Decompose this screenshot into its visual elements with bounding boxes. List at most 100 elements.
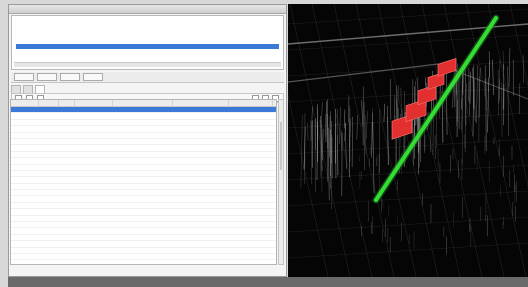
row-cell (59, 184, 75, 189)
row-cell (173, 209, 229, 214)
row-name-cell (11, 222, 39, 227)
row-cell (113, 241, 173, 246)
row-cell (229, 120, 273, 125)
row-cell (59, 196, 75, 201)
3d-viewport[interactable] (288, 4, 528, 277)
row-cell (39, 152, 59, 157)
row-cell (75, 165, 113, 170)
horizontal-scrollbar[interactable] (14, 62, 281, 67)
row-cell (113, 235, 173, 240)
vertical-scrollbar[interactable] (278, 99, 284, 265)
row-cell (229, 254, 273, 259)
row-cell (75, 145, 113, 150)
row-cell (173, 152, 229, 157)
row-cell (59, 126, 75, 131)
row-cell (113, 145, 173, 150)
toolbar-button[interactable] (37, 73, 57, 81)
row-cell (173, 235, 229, 240)
tab[interactable] (23, 85, 33, 93)
row-cell (173, 113, 229, 118)
row-cell (39, 216, 59, 221)
row-cell (113, 165, 173, 170)
column-header[interactable] (11, 100, 39, 106)
row-cell (113, 248, 173, 253)
row-cell (113, 152, 173, 157)
row-cell (113, 139, 173, 144)
row-cell (173, 254, 229, 259)
row-cell (229, 171, 273, 176)
row-cell (173, 177, 229, 182)
row-cell (229, 235, 273, 240)
row-name-cell (11, 241, 39, 246)
row-cell (39, 248, 59, 253)
column-header[interactable] (229, 100, 273, 106)
row-cell (173, 158, 229, 163)
toolbar-button[interactable] (60, 73, 80, 81)
row-cell (39, 235, 59, 240)
row-name-cell (11, 120, 39, 125)
row-cell (113, 107, 173, 112)
row-name-cell (11, 126, 39, 131)
row-cell (39, 254, 59, 259)
table-row[interactable] (11, 260, 276, 264)
row-cell (173, 133, 229, 138)
row-cell (39, 241, 59, 246)
row-cell (75, 120, 113, 125)
row-cell (59, 177, 75, 182)
row-cell (75, 235, 113, 240)
grid-body (11, 107, 276, 264)
row-cell (39, 190, 59, 195)
row-cell (39, 196, 59, 201)
toolbar-button[interactable] (14, 73, 34, 81)
row-cell (39, 107, 59, 112)
row-cell (173, 190, 229, 195)
row-cell (229, 152, 273, 157)
data-grid (10, 99, 277, 265)
toolbar-button[interactable] (83, 73, 103, 81)
row-cell (59, 260, 75, 264)
row-cell (75, 158, 113, 163)
row-cell (39, 177, 59, 182)
row-cell (113, 260, 173, 264)
column-header[interactable] (113, 100, 173, 106)
row-cell (59, 158, 75, 163)
row-cell (39, 203, 59, 208)
row-cell (229, 190, 273, 195)
row-cell (113, 196, 173, 201)
row-cell (229, 126, 273, 131)
row-cell (113, 120, 173, 125)
row-cell (229, 113, 273, 118)
row-cell (229, 158, 273, 163)
row-cell (75, 126, 113, 131)
row-cell (75, 248, 113, 253)
row-cell (59, 120, 75, 125)
row-cell (229, 222, 273, 227)
scroll-thumb[interactable] (280, 122, 282, 170)
row-cell (229, 139, 273, 144)
row-cell (113, 177, 173, 182)
upper-selected-row[interactable] (16, 44, 279, 49)
row-cell (75, 196, 113, 201)
row-cell (229, 107, 273, 112)
column-header[interactable] (173, 100, 229, 106)
row-cell (75, 177, 113, 182)
3d-scene (288, 4, 528, 277)
tab[interactable] (11, 85, 21, 93)
row-cell (173, 203, 229, 208)
row-cell (173, 171, 229, 176)
row-cell (39, 158, 59, 163)
row-cell (75, 241, 113, 246)
tab-active[interactable] (35, 85, 45, 93)
row-name-cell (11, 254, 39, 259)
column-header[interactable] (59, 100, 75, 106)
panel-titlebar (9, 5, 286, 14)
row-cell (59, 241, 75, 246)
row-cell (173, 120, 229, 125)
row-cell (113, 126, 173, 131)
row-cell (173, 216, 229, 221)
row-cell (229, 145, 273, 150)
row-cell (75, 222, 113, 227)
row-name-cell (11, 209, 39, 214)
column-header[interactable] (39, 100, 59, 106)
column-header[interactable] (75, 100, 113, 106)
